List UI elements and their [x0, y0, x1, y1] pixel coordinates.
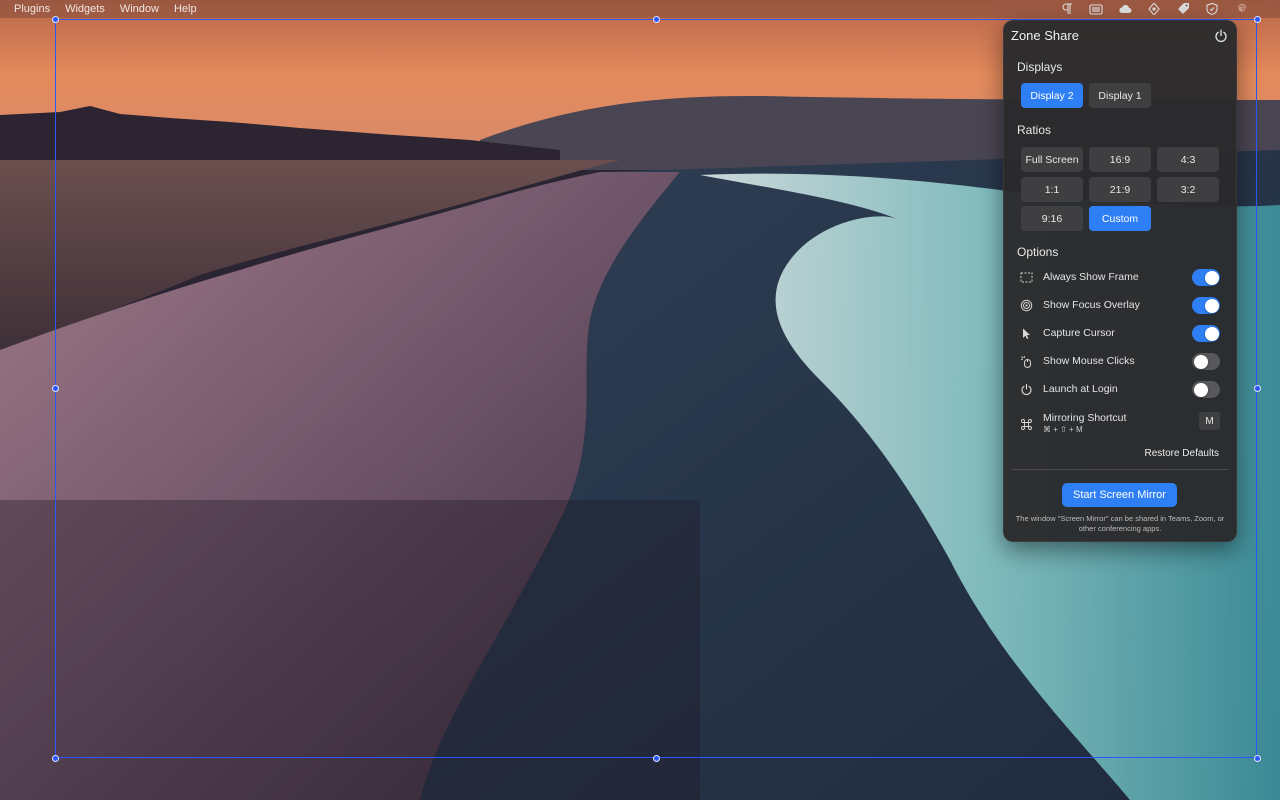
ratio-full-screen-button[interactable]: Full Screen	[1021, 147, 1083, 172]
shortcut-key-field[interactable]: M	[1199, 412, 1220, 430]
ratio-21-9-button[interactable]: 21:9	[1089, 177, 1151, 202]
resize-handle-bottom[interactable]	[652, 754, 660, 762]
menu-help[interactable]: Help	[174, 0, 197, 18]
show-focus-overlay-toggle[interactable]	[1192, 297, 1220, 314]
window-icon[interactable]	[1088, 3, 1103, 16]
resize-handle-bottom-left[interactable]	[51, 754, 59, 762]
resize-handle-bottom-right[interactable]	[1253, 754, 1261, 762]
option-label: Launch at Login	[1043, 383, 1118, 395]
start-screen-mirror-button[interactable]: Start Screen Mirror	[1062, 483, 1177, 507]
toggle-knob	[1204, 270, 1219, 285]
always-show-frame-toggle[interactable]	[1192, 269, 1220, 286]
display-2-button[interactable]: Display 2	[1021, 83, 1083, 108]
menu-plugins[interactable]: Plugins	[14, 0, 50, 18]
shortcut-combo: ⌘ + ⇧ + M	[1043, 425, 1083, 434]
ratio-1-1-button[interactable]: 1:1	[1021, 177, 1083, 202]
panel-title: Zone Share	[1011, 28, 1079, 43]
cursor-icon	[1020, 327, 1034, 341]
options-label: Options	[1017, 245, 1059, 259]
ratio-3-2-button[interactable]: 3:2	[1157, 177, 1219, 202]
ratio-4-3-button[interactable]: 4:3	[1157, 147, 1219, 172]
ratio-16-9-button[interactable]: 16:9	[1089, 147, 1151, 172]
option-label: Capture Cursor	[1043, 327, 1115, 339]
ratio-custom-button[interactable]: Custom	[1089, 206, 1151, 231]
restore-defaults-button[interactable]: Restore Defaults	[1145, 448, 1219, 459]
power-icon[interactable]	[1214, 29, 1228, 43]
option-always-show-frame: Always Show Frame	[1020, 268, 1220, 288]
displays-label: Displays	[1017, 60, 1063, 74]
shield-icon[interactable]	[1204, 3, 1219, 16]
paragraph-icon[interactable]	[1059, 3, 1074, 16]
location-icon[interactable]	[1146, 3, 1161, 16]
status-icons	[1059, 0, 1248, 18]
option-capture-cursor: Capture Cursor	[1020, 324, 1220, 344]
shortcut-label: Mirroring Shortcut	[1043, 412, 1127, 424]
divider	[1011, 469, 1229, 470]
capture-cursor-toggle[interactable]	[1192, 325, 1220, 342]
mouse-click-icon	[1020, 355, 1034, 369]
footnote: The window "Screen Mirror" can be shared…	[1015, 514, 1225, 533]
target-icon	[1020, 299, 1034, 313]
zone-share-panel: Zone Share Displays Display 2 Display 1 …	[1003, 20, 1237, 542]
resize-handle-top-left[interactable]	[51, 15, 59, 23]
ratio-9-16-button[interactable]: 9:16	[1021, 206, 1083, 231]
launch-at-login-toggle[interactable]	[1192, 381, 1220, 398]
dashed-frame-icon	[1020, 271, 1034, 285]
option-show-mouse-clicks: Show Mouse Clicks	[1020, 352, 1220, 372]
power-icon	[1020, 383, 1034, 397]
display-1-button[interactable]: Display 1	[1089, 83, 1151, 108]
menu-window[interactable]: Window	[120, 0, 159, 18]
toggle-knob	[1204, 326, 1219, 341]
option-launch-at-login: Launch at Login	[1020, 380, 1220, 400]
toggle-knob	[1193, 354, 1208, 369]
toggle-knob	[1193, 382, 1208, 397]
resize-handle-right[interactable]	[1253, 384, 1261, 392]
cloud-icon[interactable]	[1117, 3, 1132, 16]
spiral-icon[interactable]	[1233, 3, 1248, 16]
resize-handle-top[interactable]	[652, 15, 660, 23]
toggle-knob	[1204, 298, 1219, 313]
menu-widgets[interactable]: Widgets	[65, 0, 105, 18]
option-label: Always Show Frame	[1043, 271, 1139, 283]
show-mouse-clicks-toggle[interactable]	[1192, 353, 1220, 370]
resize-handle-top-right[interactable]	[1253, 15, 1261, 23]
option-show-focus-overlay: Show Focus Overlay	[1020, 296, 1220, 316]
resize-handle-left[interactable]	[51, 384, 59, 392]
tag-icon[interactable]	[1175, 3, 1190, 16]
option-label: Show Mouse Clicks	[1043, 355, 1135, 367]
menu-bar: Plugins Widgets Window Help	[0, 0, 1280, 18]
option-label: Show Focus Overlay	[1043, 299, 1140, 311]
option-mirroring-shortcut: Mirroring Shortcut ⌘ + ⇧ + M M	[1020, 409, 1220, 439]
command-icon	[1020, 418, 1034, 432]
ratios-label: Ratios	[1017, 123, 1052, 137]
